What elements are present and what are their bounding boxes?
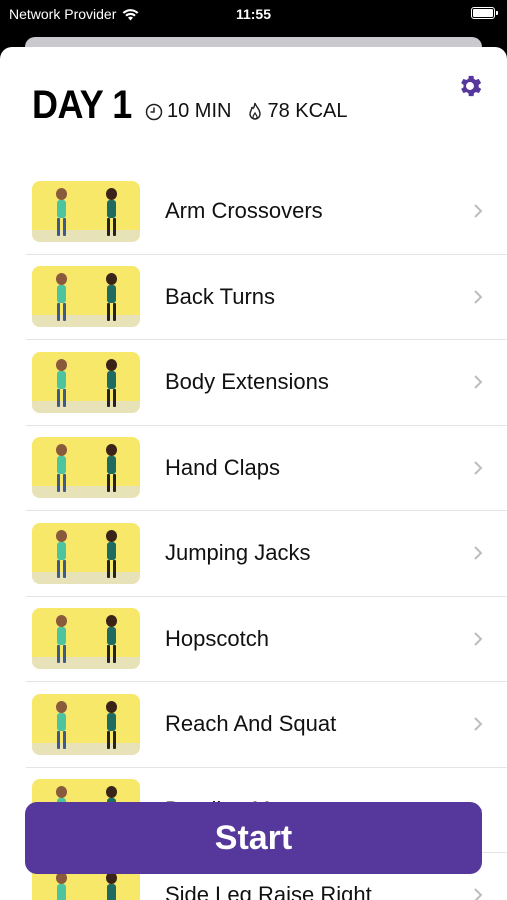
- exercise-thumbnail: [32, 437, 140, 499]
- exercise-row[interactable]: Jumping Jacks: [26, 511, 507, 597]
- status-time: 11:55: [235, 6, 272, 22]
- chevron-right-icon: [474, 204, 483, 218]
- exercise-thumbnail: [32, 608, 140, 670]
- exercise-label: Hopscotch: [165, 625, 269, 651]
- chevron-right-icon: [474, 632, 483, 646]
- chevron-right-icon: [474, 290, 483, 304]
- gear-icon[interactable]: [456, 72, 484, 100]
- exercise-row[interactable]: Hand Claps: [26, 426, 507, 511]
- workout-meta: 10 MIN 78 KCAL: [145, 100, 364, 123]
- exercise-thumbnail: [32, 693, 140, 755]
- chevron-right-icon: [474, 546, 483, 560]
- exercise-label: Side Leg Raise Right: [165, 882, 372, 900]
- duration-label: 10 MIN: [167, 100, 232, 122]
- day-title: DAY 1: [32, 83, 132, 127]
- exercise-row[interactable]: Hopscotch: [26, 597, 507, 682]
- exercise-row[interactable]: Body Extensions: [26, 340, 507, 426]
- exercise-row[interactable]: Arm Crossovers: [26, 169, 507, 255]
- chevron-right-icon: [474, 888, 483, 900]
- flame-icon: [249, 102, 262, 120]
- exercise-thumbnail: [32, 351, 140, 413]
- day-header: DAY 1: [32, 83, 143, 128]
- chevron-right-icon: [474, 375, 483, 389]
- app-screen: Network Provider 11:55 DAY 1 10 MIN 78 K…: [0, 0, 507, 900]
- exercise-label: Reach And Squat: [165, 711, 337, 737]
- chevron-right-icon: [474, 461, 483, 475]
- start-button[interactable]: Start: [25, 802, 482, 874]
- calories-meta: 78 KCAL: [247, 100, 348, 123]
- exercise-label: Back Turns: [165, 283, 276, 309]
- duration-meta: 10 MIN: [145, 100, 231, 123]
- exercise-thumbnail: [32, 522, 140, 584]
- exercise-label: Jumping Jacks: [165, 540, 311, 566]
- exercise-label: Body Extensions: [165, 369, 329, 395]
- chevron-right-icon: [474, 717, 483, 731]
- exercise-row[interactable]: Reach And Squat: [26, 682, 507, 768]
- status-bar: Network Provider 11:55: [0, 0, 507, 30]
- exercise-thumbnail: [32, 266, 140, 328]
- exercise-thumbnail: [32, 180, 140, 242]
- calories-label: 78 KCAL: [267, 100, 348, 122]
- exercise-label: Arm Crossovers: [165, 198, 323, 224]
- workout-sheet: DAY 1 10 MIN 78 KCAL Arm Crossovers Back…: [0, 47, 507, 900]
- battery-icon: [471, 7, 498, 19]
- exercise-row[interactable]: Back Turns: [26, 255, 507, 340]
- exercise-list: Arm Crossovers Back Turns Body Extension…: [26, 169, 507, 900]
- exercise-label: Hand Claps: [165, 454, 280, 480]
- clock-icon: [145, 103, 163, 120]
